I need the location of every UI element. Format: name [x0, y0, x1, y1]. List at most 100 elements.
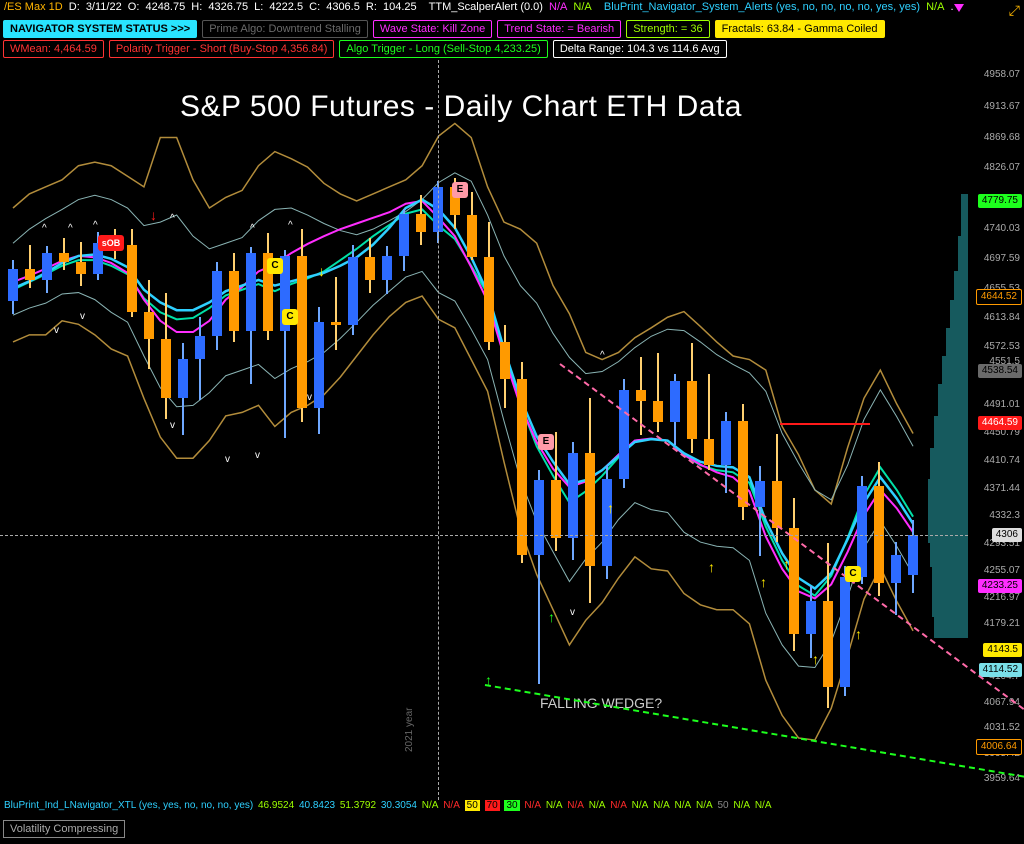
volume-profile-bar: [950, 300, 968, 328]
volume-profile-bar: [958, 236, 968, 271]
up-arrow-icon: ↑: [855, 626, 862, 642]
candle[interactable]: [416, 195, 426, 244]
candle[interactable]: [280, 250, 290, 437]
axis-tick: 4216.97: [968, 592, 1020, 603]
axis-marker: 4464.59: [978, 416, 1022, 430]
signal-marker: C: [282, 309, 298, 325]
ind-na8: N/A: [632, 800, 649, 811]
sig-dot: v: [255, 450, 260, 461]
candle[interactable]: [653, 353, 663, 432]
o-label: O:: [128, 1, 140, 13]
trigger-row: WMean: 4,464.59 Polarity Trigger - Short…: [3, 40, 727, 58]
ind-na1: N/A: [422, 800, 439, 811]
signal-marker: E: [538, 434, 554, 450]
sig-dot: v: [570, 607, 575, 618]
nav-status[interactable]: NAVIGATOR SYSTEM STATUS >>>: [3, 20, 197, 38]
axis-tick: 4869.68: [968, 132, 1020, 143]
volume-profile-bar: [934, 629, 968, 637]
candle[interactable]: [670, 374, 680, 444]
candle[interactable]: [789, 498, 799, 650]
candle[interactable]: [399, 209, 409, 271]
candle[interactable]: [721, 412, 731, 492]
candle[interactable]: [297, 229, 307, 422]
candle[interactable]: [840, 566, 850, 696]
candle[interactable]: [687, 343, 697, 453]
volume-profile-bar: [932, 585, 968, 603]
candle[interactable]: [161, 293, 171, 420]
candle[interactable]: [144, 280, 154, 369]
candle[interactable]: [704, 374, 714, 470]
ind-30: 30: [504, 800, 519, 811]
candle[interactable]: [585, 398, 595, 602]
candle[interactable]: [42, 246, 52, 293]
candle[interactable]: [8, 260, 18, 314]
volume-profile-bar: [938, 384, 968, 416]
candle[interactable]: [602, 465, 612, 579]
candle[interactable]: [212, 262, 222, 351]
sig-dot: ^: [42, 223, 47, 234]
sig-dot: v: [307, 392, 312, 403]
dropdown-icon[interactable]: [954, 4, 964, 12]
axis-marker: 4306: [992, 528, 1022, 542]
up-arrow-icon: ↑: [485, 672, 492, 688]
sig-dot: ^: [250, 223, 255, 234]
candle[interactable]: [195, 317, 205, 400]
candle[interactable]: [908, 520, 918, 593]
symbol: /ES Max 1D: [4, 1, 63, 13]
candle[interactable]: [331, 277, 341, 350]
candle[interactable]: [314, 307, 324, 434]
candle[interactable]: [365, 238, 375, 293]
ind-na11: N/A: [696, 800, 713, 811]
candle[interactable]: [619, 379, 629, 489]
price-chart[interactable]: [0, 60, 968, 800]
sig-dot: ^: [288, 220, 293, 231]
down-arrow-icon: ↓: [318, 263, 325, 279]
candle[interactable]: [348, 245, 358, 335]
candle[interactable]: [25, 245, 35, 289]
candle[interactable]: [823, 543, 833, 708]
ind-na13: N/A: [755, 800, 772, 811]
candle[interactable]: [551, 432, 561, 550]
volume-profile-bar: [932, 567, 968, 585]
candle[interactable]: [891, 542, 901, 615]
candle[interactable]: [246, 247, 256, 384]
candle[interactable]: [229, 253, 239, 342]
candle[interactable]: [484, 222, 494, 350]
candle[interactable]: [382, 246, 392, 294]
axis-marker: 4644.52: [976, 289, 1022, 305]
ind-na4: N/A: [546, 800, 563, 811]
r-label: R:: [366, 1, 377, 13]
stop-level: [780, 423, 870, 425]
ind-na10: N/A: [675, 800, 692, 811]
signal-marker: sOB: [98, 235, 124, 251]
delta: Delta Range: 104.3 vs 114.6 Avg: [553, 40, 727, 58]
candle[interactable]: [500, 325, 510, 408]
axis-tick: 4740.03: [968, 223, 1020, 234]
candle[interactable]: [517, 362, 527, 564]
volume-profile-bar: [934, 617, 968, 630]
volume-profile-bar: [932, 603, 968, 617]
candle[interactable]: [76, 242, 86, 286]
ind-70: 70: [485, 800, 500, 811]
candle[interactable]: [534, 470, 544, 684]
candle[interactable]: [467, 192, 477, 260]
range: 104.25: [383, 1, 417, 13]
candle[interactable]: [874, 462, 884, 596]
sig-dot: v: [225, 454, 230, 465]
axis-marker: 4143.5: [983, 643, 1022, 657]
ind-v4: 30.3054: [381, 800, 417, 811]
candle[interactable]: [127, 229, 137, 316]
candle[interactable]: [263, 233, 273, 340]
candle[interactable]: [178, 343, 188, 435]
candle[interactable]: [568, 442, 578, 560]
ind-na3: N/A: [524, 800, 541, 811]
candle[interactable]: [59, 238, 69, 270]
candle[interactable]: [806, 586, 816, 658]
up-arrow-icon: ↑: [760, 574, 767, 590]
axis-marker: 4233.25: [978, 579, 1022, 593]
ind-na5: N/A: [567, 800, 584, 811]
up-arrow-icon: ↑: [548, 609, 555, 625]
axis-tick: 4697.59: [968, 253, 1020, 264]
expand-icon[interactable]: ⤢: [1009, 2, 1020, 19]
axis-tick: 4371.44: [968, 483, 1020, 494]
